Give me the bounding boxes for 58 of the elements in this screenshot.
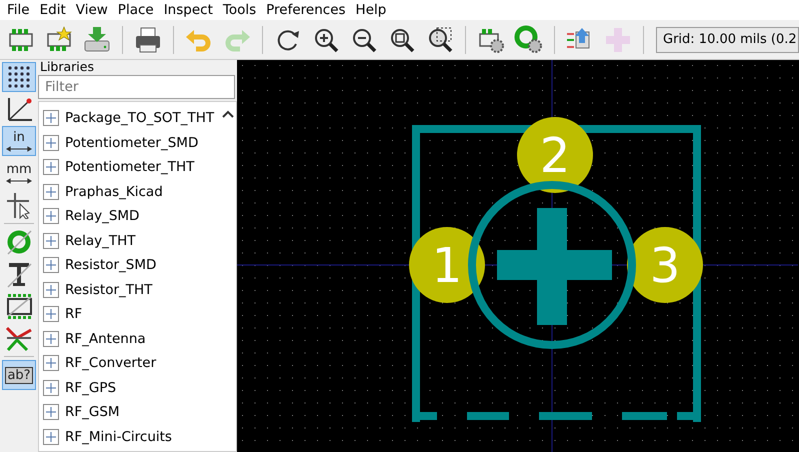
expand-icon[interactable]	[43, 110, 59, 126]
menu-item[interactable]: Tools	[218, 2, 262, 18]
expand-icon[interactable]	[43, 208, 59, 224]
menu-item[interactable]: Edit	[34, 2, 71, 18]
expand-icon[interactable]	[43, 184, 59, 200]
library-item[interactable]: Resistor_SMD	[39, 253, 220, 278]
menu-item[interactable]: Preferences	[261, 2, 351, 18]
pad: 1	[409, 227, 485, 303]
keepout-icon	[5, 292, 33, 320]
cursor-icon	[5, 191, 33, 219]
unit-tool[interactable]: mm	[2, 158, 36, 188]
menu-item[interactable]: View	[70, 2, 113, 18]
expand-icon[interactable]	[43, 257, 59, 274]
print-icon	[133, 24, 163, 54]
expand-icon[interactable]	[43, 232, 59, 249]
menu-item[interactable]: Inspect	[158, 2, 218, 18]
double-arrow-icon	[6, 178, 32, 184]
expand-icon[interactable]	[43, 282, 59, 298]
scroll-up-icon[interactable]	[222, 110, 234, 118]
unit-tool[interactable]: in	[2, 126, 36, 156]
library-item[interactable]: RF_Mini-Circuits	[39, 424, 220, 449]
pad-settings-icon	[514, 24, 544, 54]
tracks-icon	[5, 324, 33, 352]
textbox-tool[interactable]: ab?	[2, 360, 36, 390]
grid-tool[interactable]	[2, 62, 36, 92]
library-item[interactable]: Praphas_Kicad	[39, 180, 220, 204]
grid-dropdown[interactable]: Grid: 10.00 mils (0.2	[656, 26, 799, 52]
text-icon	[5, 260, 33, 288]
library-item[interactable]: Relay_THT	[39, 228, 220, 253]
menu-item[interactable]: Place	[112, 2, 159, 18]
save-icon	[82, 24, 112, 54]
filter-field[interactable]: Filter	[38, 75, 235, 99]
library-item[interactable]: RF_GSM	[39, 400, 220, 424]
pad: 3	[627, 227, 703, 303]
library-item[interactable]: Potentiometer_SMD	[39, 130, 220, 155]
library-item[interactable]: Relay_SMD	[39, 204, 220, 228]
menu-item[interactable]: File	[2, 2, 35, 18]
library-item[interactable]: Potentiometer_THT	[39, 155, 220, 180]
double-arrow-icon	[6, 146, 32, 152]
library-item[interactable]: RF	[39, 302, 220, 326]
library-item[interactable]: RF_Converter	[39, 351, 220, 376]
panel-title: Libraries	[39, 60, 95, 74]
library-item[interactable]: Package_TO_SOT_THT	[39, 106, 220, 130]
expand-icon[interactable]	[43, 404, 59, 420]
menu-item[interactable]: Help	[350, 2, 392, 18]
expand-icon[interactable]	[43, 380, 59, 396]
expand-icon[interactable]	[43, 306, 59, 322]
pad: 2	[517, 117, 593, 193]
polar-icon	[5, 95, 33, 123]
expand-icon[interactable]	[43, 134, 59, 151]
library-item[interactable]: Resistor_THT	[39, 278, 220, 302]
library-item[interactable]: RF_GPS	[39, 376, 220, 400]
expand-icon[interactable]	[43, 330, 59, 347]
expand-icon[interactable]	[43, 355, 59, 372]
library-item[interactable]: RF_Antenna	[39, 326, 220, 351]
pad-icon	[5, 228, 33, 256]
expand-icon[interactable]	[43, 159, 59, 176]
expand-icon[interactable]	[43, 428, 59, 445]
